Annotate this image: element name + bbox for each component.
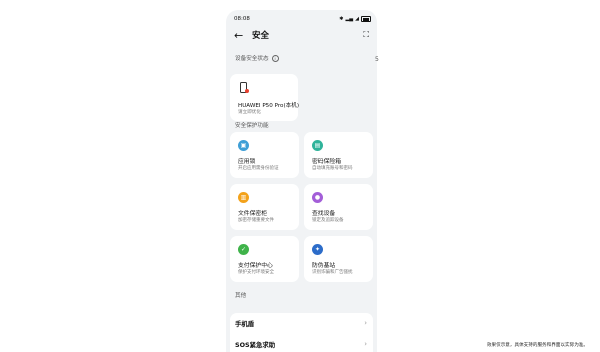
arrow-left-icon[interactable]: ← bbox=[234, 30, 248, 41]
wifi-icon: ◢ bbox=[355, 16, 359, 22]
card-subtitle: 识别诈骗和广告骚扰 bbox=[312, 270, 353, 275]
scan-icon[interactable]: ⛶ bbox=[363, 30, 369, 40]
card-file-safe[interactable]: ▥ 文件保密柜 加密存储重要文件 bbox=[230, 184, 299, 230]
card-subtitle: 锁定及追踪设备 bbox=[312, 218, 344, 223]
list-item-label: SOS紧急求助 bbox=[235, 340, 276, 349]
card-subtitle: 自动填充账号和密码 bbox=[312, 166, 353, 171]
location-icon: ● bbox=[312, 192, 323, 203]
tower-icon: ✦ bbox=[312, 244, 323, 255]
page-title: 安全 bbox=[252, 31, 270, 41]
card-fake-base-station[interactable]: ✦ 防伪基站 识别诈骗和广告骚扰 bbox=[304, 236, 373, 282]
other-list: 手机盾 › SOS紧急求助 › bbox=[230, 313, 373, 352]
card-subtitle: 保护支付环境安全 bbox=[238, 270, 274, 275]
folder-lock-icon: ▥ bbox=[238, 192, 249, 203]
status-bar: 08:08 ✱ ▂▄ ◢ bbox=[234, 14, 371, 24]
card-title: 支付保护中心 bbox=[238, 263, 273, 269]
phone-screen: 08:08 ✱ ▂▄ ◢ ← 安全 ⛶ 设备安全状态 i HUAWEI P50 P… bbox=[226, 10, 377, 352]
other-label: 其他 bbox=[235, 293, 247, 299]
list-item-sos[interactable]: SOS紧急求助 › bbox=[235, 334, 367, 352]
card-app-lock[interactable]: ▣ 应用锁 开启应用需身份验证 bbox=[230, 132, 299, 178]
device-name: HUAWEI P50 Pro(本机) bbox=[238, 103, 300, 109]
battery-icon bbox=[361, 16, 371, 22]
chevron-right-icon: › bbox=[364, 319, 367, 327]
card-subtitle: 加密存储重要文件 bbox=[238, 218, 274, 223]
card-title: 防伪基站 bbox=[312, 263, 336, 269]
device-card[interactable]: HUAWEI P50 Pro(本机) 请立即优化 bbox=[230, 74, 300, 121]
protection-label: 安全保护功能 bbox=[235, 123, 269, 129]
shield-check-icon: ✓ bbox=[238, 244, 249, 255]
edge-mark: 5 bbox=[375, 56, 379, 63]
briefcase-icon: ▤ bbox=[312, 140, 323, 151]
device-status-label: 设备安全状态 i bbox=[235, 54, 279, 62]
status-icons: ✱ ▂▄ ◢ bbox=[339, 16, 371, 22]
card-title: 密码保险箱 bbox=[312, 159, 341, 165]
alert-icon bbox=[245, 89, 249, 93]
card-title: 应用锁 bbox=[238, 159, 256, 165]
chevron-right-icon: › bbox=[364, 340, 367, 348]
bluetooth-icon: ✱ bbox=[339, 16, 344, 22]
device-status-hint: 请立即优化 bbox=[238, 110, 261, 115]
disclaimer: 效果仅示意，具体支持的服务和界面以实际为准。 bbox=[486, 343, 588, 348]
lock-icon: ▣ bbox=[238, 140, 249, 151]
info-icon[interactable]: i bbox=[271, 55, 279, 62]
card-title: 查找设备 bbox=[312, 211, 336, 217]
card-find-device[interactable]: ● 查找设备 锁定及追踪设备 bbox=[304, 184, 373, 230]
card-payment-protection[interactable]: ✓ 支付保护中心 保护支付环境安全 bbox=[230, 236, 299, 282]
card-password-vault[interactable]: ▤ 密码保险箱 自动填充账号和密码 bbox=[304, 132, 373, 178]
card-subtitle: 开启应用需身份验证 bbox=[238, 166, 279, 171]
card-title: 文件保密柜 bbox=[238, 211, 267, 217]
signal-icon: ▂▄ bbox=[345, 16, 354, 22]
list-item-phone-shield[interactable]: 手机盾 › bbox=[235, 313, 367, 333]
app-bar: ← 安全 ⛶ bbox=[234, 27, 369, 43]
status-time: 08:08 bbox=[234, 16, 250, 22]
list-item-label: 手机盾 bbox=[235, 319, 255, 328]
